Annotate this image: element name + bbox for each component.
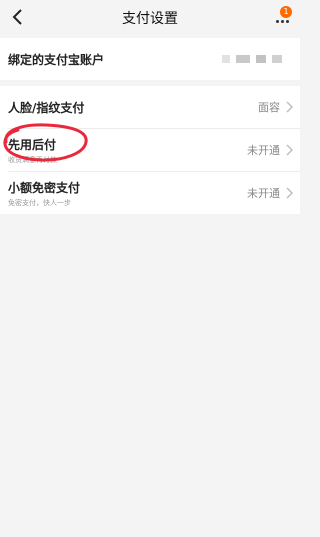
chevron-right-icon [286,144,293,156]
pay-later-title: 先用后付 [8,137,57,152]
payment-methods-section: 人脸/指纹支付 面容 先用后付 收货满意再付款 未开通 小额免密支付 免密支付，… [0,86,300,214]
chevron-right-icon [286,187,293,199]
page-title: 支付设置 [122,11,178,27]
password-free-pay-subtitle: 免密支付，快人一步 [8,198,71,207]
pay-later-row[interactable]: 先用后付 收货满意再付款 未开通 [0,129,300,171]
more-dots-icon [275,19,289,23]
bound-alipay-account-row[interactable]: 绑定的支付宝账户 [0,38,300,80]
password-free-pay-row[interactable]: 小额免密支付 免密支付，快人一步 未开通 [0,172,300,214]
pay-later-subtitle: 收货满意再付款 [8,155,57,164]
pay-later-value: 未开通 [247,144,280,157]
face-fingerprint-pay-row[interactable]: 人脸/指纹支付 面容 [0,86,300,128]
face-fingerprint-pay-title: 人脸/指纹支付 [8,100,85,115]
account-section: 绑定的支付宝账户 [0,38,300,80]
top-navigation-bar: 支付设置 1 [0,0,300,36]
chevron-right-icon [286,101,293,113]
notification-badge: 1 [280,6,292,18]
password-free-pay-value: 未开通 [247,187,280,200]
password-free-pay-title: 小额免密支付 [8,180,81,195]
more-button[interactable]: 1 [270,6,294,30]
bound-account-label: 绑定的支付宝账户 [8,52,105,67]
face-fingerprint-pay-value: 面容 [258,101,280,114]
masked-account-value [222,55,282,63]
